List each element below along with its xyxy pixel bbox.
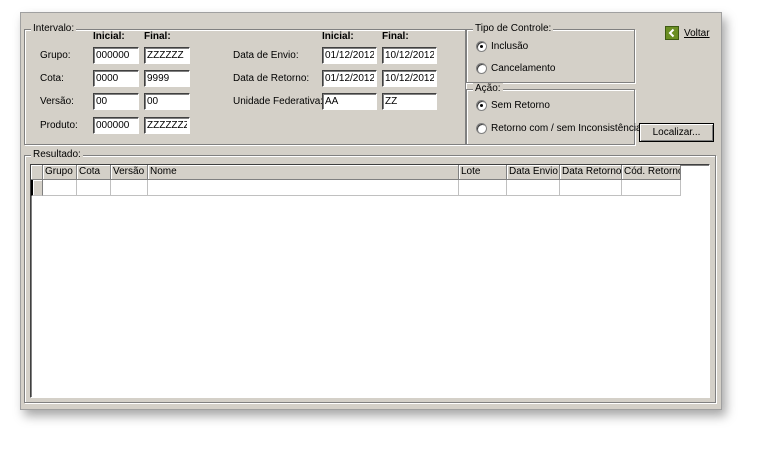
uf-inicial-input[interactable] bbox=[322, 93, 377, 110]
grupo-inicial-input[interactable] bbox=[93, 47, 139, 64]
produto-inicial-input[interactable] bbox=[93, 117, 139, 134]
voltar-link[interactable]: Voltar bbox=[665, 26, 710, 40]
intervalo-legend: Intervalo: bbox=[31, 23, 77, 35]
form-window: Intervalo: Inicial: Final: Grupo: Cota: … bbox=[20, 12, 722, 410]
tipo-controle-group: Tipo de Controle: Inclusão Cancelamento bbox=[466, 23, 635, 83]
radio-inclusao[interactable]: Inclusão bbox=[476, 41, 528, 52]
radio-inclusao-label: Inclusão bbox=[491, 41, 529, 52]
intervalo-group: Intervalo: Inicial: Final: Grupo: Cota: … bbox=[24, 23, 466, 145]
data-retorno-inicial-input[interactable] bbox=[322, 70, 377, 87]
table-cell[interactable] bbox=[148, 180, 459, 196]
radio-sem-retorno[interactable]: Sem Retorno bbox=[476, 100, 550, 111]
radio-sem-retorno-label: Sem Retorno bbox=[491, 100, 550, 111]
versao-inicial-input[interactable] bbox=[93, 93, 139, 110]
row-indicator-cell[interactable] bbox=[31, 180, 43, 196]
radio-retorno-inconsistencia-label: Retorno com / sem Inconsistência bbox=[491, 123, 642, 134]
table-cell[interactable] bbox=[111, 180, 148, 196]
radio-sem-retorno-dot[interactable] bbox=[476, 100, 487, 111]
resultado-grid[interactable]: Grupo Cota Versão Nome Lote Data Envio D… bbox=[30, 164, 710, 398]
cota-inicial-input[interactable] bbox=[93, 70, 139, 87]
col-header-cota[interactable]: Cota bbox=[77, 165, 111, 180]
table-cell[interactable] bbox=[560, 180, 622, 196]
table-cell[interactable] bbox=[77, 180, 111, 196]
radio-cancelamento-label: Cancelamento bbox=[491, 63, 556, 74]
cota-final-input[interactable] bbox=[144, 70, 190, 87]
unidade-federativa-label: Unidade Federativa: bbox=[233, 96, 324, 107]
col-final-header: Final: bbox=[144, 31, 171, 42]
data-envio-final-input[interactable] bbox=[382, 47, 437, 64]
grid-corner-header bbox=[31, 165, 43, 180]
cota-label: Cota: bbox=[40, 73, 64, 84]
tipo-controle-legend: Tipo de Controle: bbox=[473, 23, 554, 35]
produto-final-input[interactable] bbox=[144, 117, 190, 134]
table-cell[interactable] bbox=[507, 180, 560, 196]
data-envio-label: Data de Envio: bbox=[233, 50, 299, 61]
col-header-nome[interactable]: Nome bbox=[148, 165, 459, 180]
radio-retorno-inconsistencia-dot[interactable] bbox=[476, 123, 487, 134]
radio-retorno-inconsistencia[interactable]: Retorno com / sem Inconsistência bbox=[476, 123, 642, 134]
data-retorno-final-input[interactable] bbox=[382, 70, 437, 87]
uf-final-input[interactable] bbox=[382, 93, 437, 110]
grupo-label: Grupo: bbox=[40, 50, 71, 61]
col-inicial-header: Inicial: bbox=[93, 31, 125, 42]
col-header-data-retorno[interactable]: Data Retorno bbox=[560, 165, 622, 180]
col-final2-header: Final: bbox=[382, 31, 409, 42]
resultado-legend: Resultado: bbox=[31, 149, 83, 161]
resultado-group: Resultado: Grupo Cota Versão Nome Lote D… bbox=[24, 149, 716, 403]
acao-group: Ação: Sem Retorno Retorno com / sem Inco… bbox=[466, 83, 642, 145]
col-header-grupo[interactable]: Grupo bbox=[43, 165, 77, 180]
produto-label: Produto: bbox=[40, 120, 78, 131]
col-header-versao[interactable]: Versão bbox=[111, 165, 148, 180]
voltar-label[interactable]: Voltar bbox=[684, 28, 710, 39]
col-inicial2-header: Inicial: bbox=[322, 31, 354, 42]
radio-cancelamento-dot[interactable] bbox=[476, 63, 487, 74]
col-header-data-envio[interactable]: Data Envio bbox=[507, 165, 560, 180]
table-cell[interactable] bbox=[459, 180, 507, 196]
versao-final-input[interactable] bbox=[144, 93, 190, 110]
table-cell[interactable] bbox=[43, 180, 77, 196]
col-header-cod-retorno[interactable]: Cód. Retorno bbox=[622, 165, 681, 180]
grupo-final-input[interactable] bbox=[144, 47, 190, 64]
localizar-button[interactable]: Localizar... bbox=[639, 123, 714, 142]
radio-inclusao-dot[interactable] bbox=[476, 41, 487, 52]
radio-cancelamento[interactable]: Cancelamento bbox=[476, 63, 555, 74]
acao-legend: Ação: bbox=[473, 83, 503, 95]
data-retorno-label: Data de Retorno: bbox=[233, 73, 310, 84]
table-cell[interactable] bbox=[622, 180, 681, 196]
back-arrow-icon[interactable] bbox=[665, 26, 679, 40]
col-header-lote[interactable]: Lote bbox=[459, 165, 507, 180]
versao-label: Versão: bbox=[40, 96, 74, 107]
data-envio-inicial-input[interactable] bbox=[322, 47, 377, 64]
